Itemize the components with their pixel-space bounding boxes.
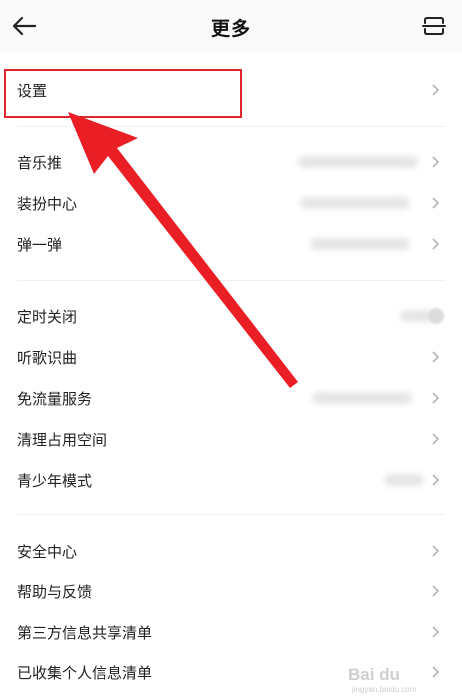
- chevron-right-icon: [432, 585, 440, 597]
- blurred-value: [300, 197, 410, 209]
- watermark-text: Bai du: [348, 665, 400, 684]
- chevron-right-icon: [432, 433, 440, 445]
- menu-item-label: 青少年模式: [17, 472, 93, 490]
- menu-item-help-feedback[interactable]: 帮助与反馈: [0, 571, 462, 611]
- settings-list: 设置 音乐推 装扮中心 弹一弹 定时关闭 听歌识曲 免流量服务 清理占用空间 青…: [0, 52, 462, 698]
- annotation-highlight-box: [4, 69, 242, 118]
- menu-item-label: 已收集个人信息清单: [17, 664, 153, 682]
- blurred-value: [310, 238, 410, 250]
- menu-item-decoration-center[interactable]: 装扮中心: [0, 183, 462, 223]
- menu-item-label: 帮助与反馈: [17, 583, 93, 601]
- menu-item-music-push[interactable]: 音乐推: [0, 142, 462, 182]
- timer-toggle[interactable]: [428, 308, 444, 324]
- menu-item-data-free-service[interactable]: 免流量服务: [0, 378, 462, 418]
- menu-item-label: 音乐推: [17, 154, 63, 172]
- menu-item-label: 清理占用空间: [17, 431, 108, 449]
- menu-item-label: 装扮中心: [17, 195, 78, 213]
- divider: [17, 126, 445, 127]
- baidu-watermark-logo: Bai du jingyan.baidu.com: [348, 665, 417, 694]
- scan-icon: [422, 17, 446, 35]
- blurred-value: [312, 392, 412, 404]
- menu-item-security-center[interactable]: 安全中心: [0, 531, 462, 571]
- chevron-right-icon: [432, 392, 440, 404]
- top-bar: 更多: [0, 0, 462, 52]
- chevron-right-icon: [432, 626, 440, 638]
- menu-item-song-recognition[interactable]: 听歌识曲: [0, 337, 462, 377]
- chevron-right-icon: [432, 351, 440, 363]
- chevron-right-icon: [432, 156, 440, 168]
- chevron-right-icon: [432, 197, 440, 209]
- menu-item-label: 第三方信息共享清单: [17, 624, 153, 642]
- menu-item-sleep-timer[interactable]: 定时关闭: [0, 296, 462, 336]
- menu-item-label: 听歌识曲: [17, 349, 78, 367]
- chevron-right-icon: [432, 238, 440, 250]
- menu-item-clear-storage[interactable]: 清理占用空间: [0, 419, 462, 459]
- page-title: 更多: [210, 18, 251, 40]
- blurred-value: [298, 156, 418, 168]
- scan-button[interactable]: [416, 8, 452, 44]
- divider: [17, 280, 445, 281]
- blurred-value: [384, 474, 424, 486]
- watermark-subtext: jingyan.baidu.com: [351, 685, 417, 694]
- chevron-right-icon: [432, 84, 440, 96]
- menu-item-tan-yi-tan[interactable]: 弹一弹: [0, 224, 462, 264]
- menu-item-teen-mode[interactable]: 青少年模式: [0, 460, 462, 500]
- divider: [17, 514, 445, 515]
- menu-item-label: 弹一弹: [17, 236, 63, 254]
- chevron-right-icon: [432, 474, 440, 486]
- menu-item-third-party-sharing[interactable]: 第三方信息共享清单: [0, 612, 462, 652]
- menu-item-label: 免流量服务: [17, 390, 93, 408]
- chevron-right-icon: [432, 545, 440, 557]
- menu-item-label: 安全中心: [17, 543, 78, 561]
- menu-item-label: 定时关闭: [17, 308, 78, 326]
